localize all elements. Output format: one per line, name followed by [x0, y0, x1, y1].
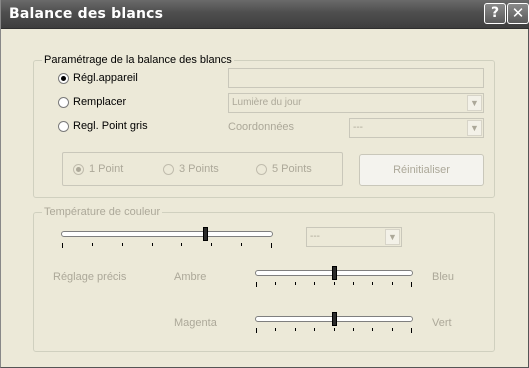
slider-tick [271, 243, 272, 248]
amber-blue-slider[interactable] [255, 266, 413, 290]
radio-replace-label[interactable]: Remplacer [73, 96, 126, 109]
slider-tick [122, 243, 123, 246]
white-balance-dialog: Balance des blancs ? ✕ Paramétrage de la… [0, 0, 529, 368]
chevron-down-icon[interactable]: ▼ [467, 95, 482, 111]
radio-camera-setting-label[interactable]: Régl.appareil [73, 72, 138, 85]
reset-button[interactable]: Réinitialiser [359, 154, 484, 186]
temperature-select[interactable]: --- ▼ [306, 227, 402, 247]
close-button[interactable]: ✕ [507, 3, 529, 24]
slider-tick [152, 243, 153, 246]
temperature-select-value: --- [310, 231, 320, 242]
radio-camera-setting[interactable] [58, 73, 69, 84]
radio-replace[interactable] [58, 97, 69, 108]
slider-tick [411, 328, 412, 333]
coordinates-select[interactable]: --- ▼ [349, 118, 484, 138]
temperature-slider-track[interactable] [61, 231, 273, 237]
camera-setting-field [228, 68, 484, 88]
radio-3-points-label[interactable]: 3 Points [179, 163, 219, 176]
slider-tick [211, 243, 212, 246]
chevron-down-icon[interactable]: ▼ [385, 229, 400, 245]
preset-select[interactable]: Lumière du jour ▼ [228, 93, 484, 113]
radio-gray-point[interactable] [58, 121, 69, 132]
amber-blue-slider-ticks [255, 282, 413, 288]
radio-gray-point-label[interactable]: Regl. Point gris [73, 120, 148, 133]
slider-tick [256, 282, 257, 287]
slider-tick [275, 328, 276, 331]
temperature-slider-thumb[interactable] [203, 227, 208, 241]
white-balance-settings-legend: Paramétrage de la balance des blancs [42, 54, 234, 66]
fine-adjust-label: Réglage précis [53, 271, 127, 283]
coordinates-select-value: --- [353, 122, 363, 133]
slider-tick [314, 282, 315, 285]
magenta-label: Magenta [174, 317, 217, 329]
slider-tick [62, 243, 63, 248]
magenta-green-slider-ticks [255, 328, 413, 334]
slider-tick [334, 282, 335, 285]
radio-1-point[interactable] [73, 164, 84, 175]
magenta-green-slider[interactable] [255, 312, 413, 336]
slider-tick [392, 282, 393, 285]
radio-5-points[interactable] [256, 164, 267, 175]
slider-tick [295, 328, 296, 331]
slider-tick [334, 328, 335, 331]
slider-tick [275, 282, 276, 285]
blue-label: Bleu [432, 271, 455, 283]
slider-tick [392, 328, 393, 331]
amber-label: Ambre [174, 271, 207, 283]
slider-tick [372, 282, 373, 285]
slider-tick [353, 282, 354, 285]
radio-1-point-label[interactable]: 1 Point [89, 163, 123, 176]
temperature-slider[interactable] [61, 227, 273, 251]
radio-5-points-label[interactable]: 5 Points [272, 163, 312, 176]
chevron-down-icon[interactable]: ▼ [467, 120, 482, 136]
color-temperature-legend: Température de couleur [42, 206, 163, 218]
slider-tick [314, 328, 315, 331]
slider-tick [372, 328, 373, 331]
green-label: Vert [432, 317, 452, 329]
slider-tick [256, 328, 257, 333]
magenta-green-slider-thumb[interactable] [332, 312, 337, 326]
slider-tick [181, 243, 182, 246]
radio-3-points[interactable] [163, 164, 174, 175]
amber-blue-slider-thumb[interactable] [332, 266, 337, 280]
dialog-title: Balance des blancs [9, 6, 164, 22]
slider-tick [241, 243, 242, 246]
title-bar: Balance des blancs ? ✕ [1, 0, 529, 29]
slider-tick [411, 282, 412, 287]
slider-tick [295, 282, 296, 285]
preset-select-value: Lumière du jour [232, 97, 302, 108]
help-button[interactable]: ? [484, 3, 506, 24]
coordinates-label: Coordonnées [228, 121, 295, 133]
slider-tick [353, 328, 354, 331]
temperature-slider-ticks [61, 243, 273, 249]
slider-tick [92, 243, 93, 246]
